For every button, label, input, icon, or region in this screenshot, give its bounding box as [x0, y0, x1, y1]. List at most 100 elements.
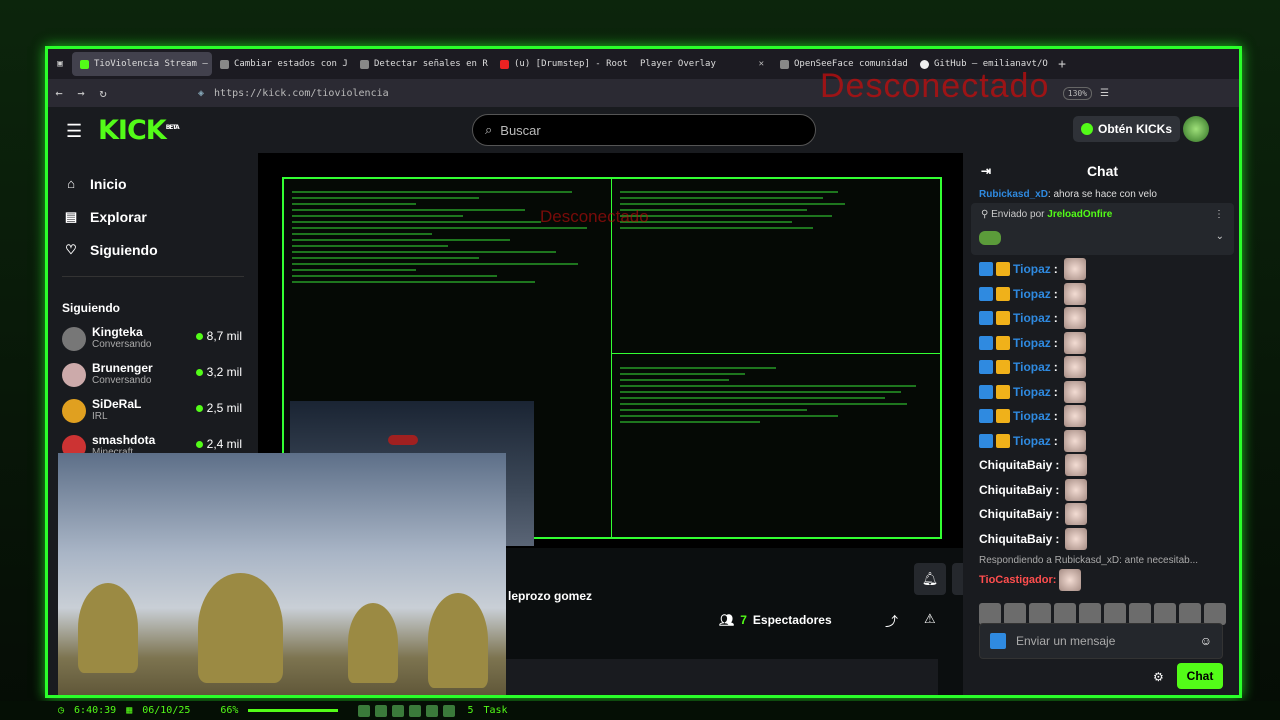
nav-browse[interactable]: ▤ Explorar — [48, 200, 258, 233]
get-kicks-button[interactable]: Obtén KICKs — [1073, 116, 1181, 142]
chevron-down-icon[interactable]: ⌄ — [1216, 231, 1224, 242]
emote[interactable] — [1179, 603, 1201, 625]
workspace-number[interactable]: 5 — [467, 705, 473, 716]
chat-username[interactable]: Tiopaz — [1013, 262, 1051, 276]
crown-badge-icon — [996, 433, 1010, 448]
kicks-icon — [1081, 123, 1093, 135]
zoom-badge[interactable]: 130% — [1062, 86, 1093, 100]
chat-message: Tiopaz: — [963, 404, 1239, 429]
tab-5[interactable]: Player Overlay ✕ — [632, 52, 772, 76]
video-player[interactable]: Desconectado — [58, 153, 963, 695]
emote — [979, 231, 1001, 245]
user-avatar[interactable] — [1183, 116, 1209, 142]
about-section-bar — [506, 659, 938, 695]
emote[interactable] — [1054, 603, 1076, 625]
tray-icons — [358, 704, 456, 717]
separator: : — [1055, 531, 1060, 546]
volume[interactable]: 66% — [220, 705, 238, 716]
shield-icon[interactable]: ◈ — [198, 88, 204, 99]
chat-username[interactable]: Tiopaz — [1013, 287, 1051, 301]
collapse-chat-icon[interactable]: ⇥ — [981, 164, 991, 178]
chat-header: ⇥ Chat — [963, 153, 1239, 189]
notification-bell-button[interactable]: 🔔︎ — [914, 563, 946, 595]
preview-text: ahora se hace con velo — [1053, 189, 1157, 200]
channel-item[interactable]: Brunenger Conversando 3,2 mil — [48, 357, 258, 393]
emote[interactable] — [1154, 603, 1176, 625]
emote — [1063, 405, 1086, 428]
avatar — [62, 327, 86, 351]
channel-item[interactable]: Kingteka Conversando 8,7 mil — [48, 321, 258, 357]
moderator-badge-icon — [979, 360, 993, 375]
chat-username[interactable]: ChiquitaBaiy — [979, 458, 1052, 472]
emote[interactable] — [979, 603, 1001, 625]
tab-4[interactable]: (u) [Drumstep] - Root — [492, 52, 632, 76]
report-icon[interactable]: ⚠ — [924, 611, 936, 627]
pinned-message[interactable]: ⚲ Enviado por JreloadOnfire ⋮ ⌄ — [971, 203, 1234, 255]
reply-user[interactable]: TioCastigador — [979, 574, 1053, 586]
send-chat-button[interactable]: Chat — [1177, 663, 1223, 689]
forward-icon[interactable]: → — [70, 86, 92, 100]
emoji-icon[interactable]: ☺ — [1200, 634, 1212, 648]
chat-username[interactable]: ChiquitaBaiy — [979, 483, 1052, 497]
volume-slider[interactable] — [248, 709, 339, 712]
nav-following[interactable]: ♡ Siguiendo — [48, 233, 258, 266]
chat-username[interactable]: Tiopaz — [1013, 311, 1051, 325]
chat-username[interactable]: Tiopaz — [1013, 336, 1051, 350]
emote[interactable] — [1029, 603, 1051, 625]
chat-username[interactable]: Tiopaz — [1013, 360, 1051, 374]
pin-icon: ⚲ — [981, 209, 989, 220]
crown-badge-icon — [996, 262, 1010, 277]
chat-input[interactable]: Enviar un mensaje ☺ — [979, 623, 1223, 659]
live-dot-icon — [195, 440, 203, 448]
emote — [1063, 258, 1086, 281]
url-input[interactable]: https://kick.com/tioviolencia — [214, 88, 389, 99]
site-icon — [220, 59, 229, 69]
search-input[interactable]: ⌕ Buscar — [472, 114, 816, 146]
chat-username[interactable]: ChiquitaBaiy — [979, 507, 1052, 521]
emote[interactable] — [1129, 603, 1151, 625]
chat-username[interactable]: Tiopaz — [1013, 385, 1051, 399]
pinned-by-user[interactable]: JreloadOnfire — [1047, 209, 1112, 220]
emote[interactable] — [1204, 603, 1226, 625]
extensions-icon[interactable]: ☰ — [1100, 88, 1109, 99]
chat-username[interactable]: Tiopaz — [1013, 434, 1051, 448]
chat-message: Tiopaz: — [963, 355, 1239, 380]
gear-icon[interactable]: ⚙ — [1153, 670, 1164, 684]
menu-icon[interactable]: ☰ — [66, 121, 82, 142]
emote[interactable] — [1104, 603, 1126, 625]
moderator-badge-icon — [979, 286, 993, 301]
kick-header: ☰ KICKBETA ⌕ Buscar Obtén KICKs — [48, 107, 1239, 153]
reload-icon[interactable]: ↻ — [92, 86, 114, 100]
emote[interactable] — [1004, 603, 1026, 625]
chat-username[interactable]: ChiquitaBaiy — [979, 532, 1052, 546]
search-placeholder: Buscar — [500, 122, 541, 138]
terminal-pane-files — [612, 179, 940, 354]
new-tab-icon[interactable]: + — [1052, 57, 1072, 72]
chat-username[interactable]: Tiopaz — [1013, 409, 1051, 423]
kick-logo[interactable]: KICKBETA — [98, 115, 180, 146]
task-label[interactable]: Task — [483, 705, 507, 716]
close-icon[interactable]: ✕ — [759, 59, 764, 69]
chat-message: Tiopaz: — [963, 380, 1239, 405]
tab-kick-stream[interactable]: TioViolencia Stream –✕ — [72, 52, 212, 76]
streamer-name[interactable]: leprozo gomez — [508, 589, 592, 603]
share-icon[interactable]: ⤴ — [885, 611, 898, 630]
tab-list-icon[interactable]: ▣ — [48, 59, 72, 69]
heart-icon: ♡ — [65, 241, 77, 257]
chat-input-placeholder: Enviar un mensaje — [1016, 634, 1116, 648]
channel-item[interactable]: SiDeRaL IRL 2,5 mil — [48, 393, 258, 429]
emote[interactable] — [1079, 603, 1101, 625]
tab-3[interactable]: Detectar señales en R — [352, 52, 492, 76]
chat-message: Tiopaz: — [963, 306, 1239, 331]
emote — [1059, 569, 1082, 591]
back-icon[interactable]: ← — [48, 86, 70, 100]
viewer-count: 3,2 mil — [195, 365, 242, 379]
chat-message: Tiopaz: — [963, 282, 1239, 307]
emote — [1063, 331, 1086, 354]
emote-bar — [963, 603, 1239, 625]
viewer-number: 7 — [740, 613, 747, 627]
terminal-pane-output — [612, 355, 940, 537]
nav-home[interactable]: ⌂ Inicio — [48, 167, 258, 200]
more-options-icon[interactable]: ⋮ — [1214, 209, 1224, 220]
tab-2[interactable]: Cambiar estados con J — [212, 52, 352, 76]
